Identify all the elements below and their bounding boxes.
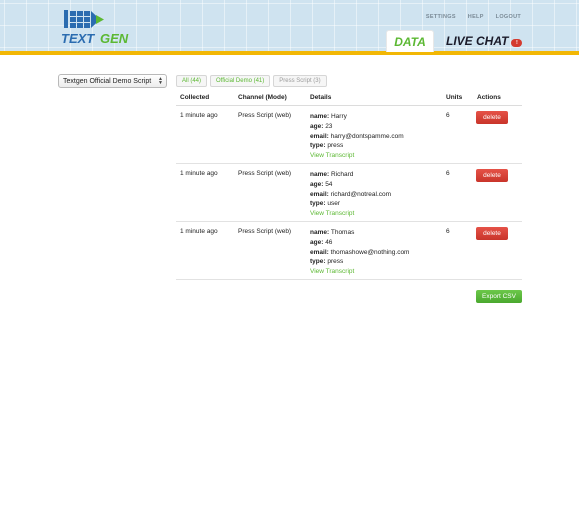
top-nav-links: SETTINGS HELP LOGOUT xyxy=(426,14,521,20)
header-channel: Channel (Mode) xyxy=(238,94,287,101)
header-actions: Actions xyxy=(477,94,501,101)
detail-age: age: 46 xyxy=(310,238,333,246)
select-arrows-icon: ▲ ▼ xyxy=(158,76,163,86)
channel-cell: Press Script (web) xyxy=(238,170,292,177)
detail-email: email: richard@notreal.com xyxy=(310,190,392,198)
filter-press-script[interactable]: Press Script (3) xyxy=(273,75,327,87)
export-csv-button[interactable]: Export CSV xyxy=(476,290,522,303)
detail-name: name: Richard xyxy=(310,171,354,178)
tab-live-chat[interactable]: LIVE CHAT ! xyxy=(446,33,523,49)
units-cell: 6 xyxy=(446,170,450,177)
help-link[interactable]: HELP xyxy=(468,14,484,20)
data-table: Collected Channel (Mode) Details Units A… xyxy=(176,92,522,280)
logout-link[interactable]: LOGOUT xyxy=(496,14,521,20)
detail-type: type: press xyxy=(310,258,344,266)
table-header: Collected Channel (Mode) Details Units A… xyxy=(176,92,522,106)
tab-data[interactable]: DATA xyxy=(386,30,434,52)
header-accent-stripe xyxy=(0,51,579,55)
details-cell: name: Richard age: 54 email: richard@not… xyxy=(310,170,391,219)
detail-age: age: 23 xyxy=(310,122,333,130)
delete-button[interactable]: delete xyxy=(476,227,508,240)
units-cell: 6 xyxy=(446,228,450,235)
table-row: 1 minute ago Press Script (web) name: Ha… xyxy=(176,106,522,164)
table-row: 1 minute ago Press Script (web) name: Ri… xyxy=(176,164,522,222)
detail-name: name: Harry xyxy=(310,113,347,120)
collected-cell: 1 minute ago xyxy=(180,170,218,177)
settings-link[interactable]: SETTINGS xyxy=(426,14,456,20)
channel-cell: Press Script (web) xyxy=(238,112,292,119)
details-cell: name: Thomas age: 46 email: thomashowe@n… xyxy=(310,228,409,277)
view-transcript-link[interactable]: View Transcript xyxy=(310,151,404,161)
filter-tabs: All (44) Official Demo (41) Press Script… xyxy=(176,75,327,87)
header-units: Units xyxy=(446,94,463,101)
detail-type: type: press xyxy=(310,142,344,150)
details-cell: name: Harry age: 23 email: harry@dontspa… xyxy=(310,112,404,161)
header-collected: Collected xyxy=(180,94,210,101)
live-chat-badge: ! xyxy=(511,38,523,47)
tab-live-chat-label: LIVE CHAT xyxy=(446,34,509,48)
detail-age: age: 54 xyxy=(310,180,333,188)
units-cell: 6 xyxy=(446,112,450,119)
textgen-logo[interactable]: TEXT GEN xyxy=(60,9,144,47)
logo-icon: TEXT GEN xyxy=(61,10,129,46)
channel-cell: Press Script (web) xyxy=(238,228,292,235)
delete-button[interactable]: delete xyxy=(476,111,508,124)
detail-email: email: thomashowe@nothing.com xyxy=(310,248,410,256)
script-select[interactable]: Textgen Official Demo Script ▲ ▼ xyxy=(58,74,167,88)
detail-email: email: harry@dontspamme.com xyxy=(310,132,404,140)
detail-name: name: Thomas xyxy=(310,229,355,236)
view-transcript-link[interactable]: View Transcript xyxy=(310,209,391,219)
table-row: 1 minute ago Press Script (web) name: Th… xyxy=(176,222,522,280)
detail-type: type: user xyxy=(310,200,340,208)
collected-cell: 1 minute ago xyxy=(180,112,218,119)
collected-cell: 1 minute ago xyxy=(180,228,218,235)
filter-all[interactable]: All (44) xyxy=(176,75,208,87)
svg-text:TEXT: TEXT xyxy=(61,31,95,46)
view-transcript-link[interactable]: View Transcript xyxy=(310,267,409,277)
header-details: Details xyxy=(310,94,332,101)
delete-button[interactable]: delete xyxy=(476,169,508,182)
script-select-value: Textgen Official Demo Script xyxy=(63,77,152,85)
filter-official-demo[interactable]: Official Demo (41) xyxy=(210,75,271,87)
svg-text:GEN: GEN xyxy=(100,31,129,46)
